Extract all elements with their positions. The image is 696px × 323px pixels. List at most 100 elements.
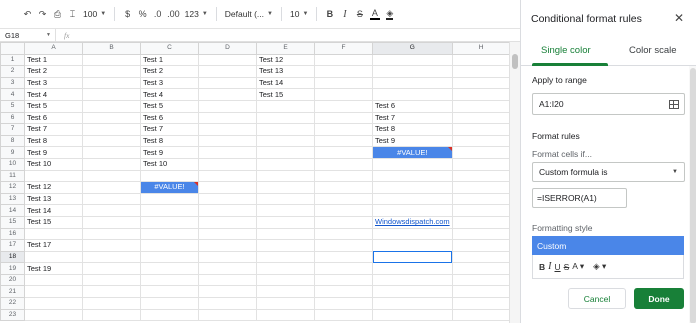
- cell-c21[interactable]: [140, 285, 199, 299]
- cell-g10[interactable]: [372, 157, 453, 171]
- cell-g14[interactable]: [372, 204, 453, 217]
- cell-h23[interactable]: [451, 308, 511, 322]
- cell-h6[interactable]: [451, 111, 511, 125]
- cell-a20[interactable]: [24, 273, 83, 287]
- scrollbar-thumb[interactable]: [690, 68, 696, 323]
- cell-e19[interactable]: [256, 262, 315, 275]
- cell-c10[interactable]: Test 10: [140, 157, 199, 171]
- cell-e12[interactable]: [256, 181, 315, 194]
- cell-e8[interactable]: [256, 134, 315, 148]
- cell-e5[interactable]: [256, 99, 315, 113]
- italic-button[interactable]: I: [337, 4, 352, 24]
- cell-c9[interactable]: Test 9: [140, 146, 199, 159]
- cell-c14[interactable]: [140, 204, 199, 217]
- cell-f5[interactable]: [314, 99, 373, 113]
- cell-f7[interactable]: [314, 123, 373, 136]
- row-header[interactable]: 3: [0, 76, 25, 90]
- cell-e10[interactable]: [256, 157, 315, 171]
- cell-e13[interactable]: [256, 192, 315, 206]
- cell-e21[interactable]: [256, 285, 315, 299]
- cell-c22[interactable]: [140, 297, 199, 310]
- row-header[interactable]: 19: [0, 262, 25, 275]
- cell-b1[interactable]: [82, 53, 141, 67]
- cell-a11[interactable]: [24, 169, 83, 183]
- cell-e2[interactable]: Test 13: [256, 65, 315, 78]
- cell-c4[interactable]: Test 4: [140, 88, 199, 101]
- cell-b8[interactable]: [82, 134, 141, 148]
- decrease-decimal-button[interactable]: .0: [150, 4, 165, 24]
- cell-b20[interactable]: [82, 273, 141, 287]
- cell-c6[interactable]: Test 6: [140, 111, 199, 125]
- fill-color-icon[interactable]: ◈ ▾: [593, 261, 606, 272]
- text-color-icon[interactable]: A ▾: [572, 261, 584, 272]
- cell-b5[interactable]: [82, 99, 141, 113]
- range-input[interactable]: A1:I20: [532, 93, 685, 115]
- cell-f2[interactable]: [314, 65, 373, 78]
- column-header-c[interactable]: C: [140, 42, 199, 55]
- cell-e16[interactable]: [256, 227, 315, 241]
- cell-f1[interactable]: [314, 53, 373, 67]
- cell-e4[interactable]: Test 15: [256, 88, 315, 101]
- cell-a21[interactable]: [24, 285, 83, 299]
- cell-e3[interactable]: Test 14: [256, 76, 315, 90]
- row-header[interactable]: 7: [0, 123, 25, 136]
- cell-d12[interactable]: [198, 181, 257, 194]
- row-header[interactable]: 15: [0, 215, 25, 229]
- cell-h11[interactable]: [451, 169, 511, 183]
- cell-h20[interactable]: [451, 273, 511, 287]
- row-header[interactable]: 4: [0, 88, 25, 101]
- cell-h1[interactable]: [451, 53, 511, 67]
- cell-d6[interactable]: [198, 111, 257, 125]
- tab-color-scale[interactable]: Color scale: [629, 45, 677, 56]
- cell-h15[interactable]: [451, 215, 511, 229]
- cell-g12[interactable]: [372, 181, 453, 194]
- cell-a14[interactable]: Test 14: [24, 204, 83, 217]
- cell-b18[interactable]: [82, 250, 141, 264]
- style-preset-dropdown[interactable]: Custom: [532, 236, 684, 255]
- column-header-b[interactable]: B: [82, 42, 141, 55]
- row-header[interactable]: 21: [0, 285, 25, 299]
- paint-format-icon[interactable]: ⌶: [65, 4, 80, 24]
- cell-b6[interactable]: [82, 111, 141, 125]
- print-icon[interactable]: ⎙: [50, 4, 65, 24]
- row-header[interactable]: 13: [0, 192, 25, 206]
- row-header[interactable]: 20: [0, 273, 25, 287]
- cell-e9[interactable]: [256, 146, 315, 159]
- cell-d20[interactable]: [198, 273, 257, 287]
- cell-b9[interactable]: [82, 146, 141, 159]
- cell-c19[interactable]: [140, 262, 199, 275]
- row-header[interactable]: 11: [0, 169, 25, 183]
- cell-e6[interactable]: [256, 111, 315, 125]
- bold-icon[interactable]: B: [539, 262, 545, 272]
- cell-d4[interactable]: [198, 88, 257, 101]
- cell-c16[interactable]: [140, 227, 199, 241]
- cell-c18[interactable]: [140, 250, 199, 264]
- zoom-dropdown[interactable]: 100 ▼: [80, 4, 109, 24]
- cell-d1[interactable]: [198, 53, 257, 67]
- name-box[interactable]: G18 ▼: [0, 28, 56, 42]
- cell-b16[interactable]: [82, 227, 141, 241]
- cell-b3[interactable]: [82, 76, 141, 90]
- row-header[interactable]: 6: [0, 111, 25, 125]
- cell-a7[interactable]: Test 7: [24, 123, 83, 136]
- row-header[interactable]: 12: [0, 181, 25, 194]
- cell-h13[interactable]: [451, 192, 511, 206]
- increase-decimal-button[interactable]: .00: [165, 4, 182, 24]
- cell-a16[interactable]: [24, 227, 83, 241]
- cell-d18[interactable]: [198, 250, 257, 264]
- percent-button[interactable]: %: [135, 4, 150, 24]
- select-all-corner[interactable]: [0, 42, 25, 55]
- done-button[interactable]: Done: [634, 288, 684, 309]
- cell-c13[interactable]: [140, 192, 199, 206]
- cell-g22[interactable]: [372, 297, 453, 310]
- cell-e1[interactable]: Test 12: [256, 53, 315, 67]
- cell-e18[interactable]: [256, 250, 315, 264]
- cell-a13[interactable]: Test 13: [24, 192, 83, 206]
- cell-d17[interactable]: [198, 239, 257, 252]
- cell-e7[interactable]: [256, 123, 315, 136]
- cell-a8[interactable]: Test 8: [24, 134, 83, 148]
- cell-f23[interactable]: [314, 308, 373, 322]
- cell-h22[interactable]: [451, 297, 511, 310]
- cell-b22[interactable]: [82, 297, 141, 310]
- italic-icon[interactable]: I: [548, 261, 551, 272]
